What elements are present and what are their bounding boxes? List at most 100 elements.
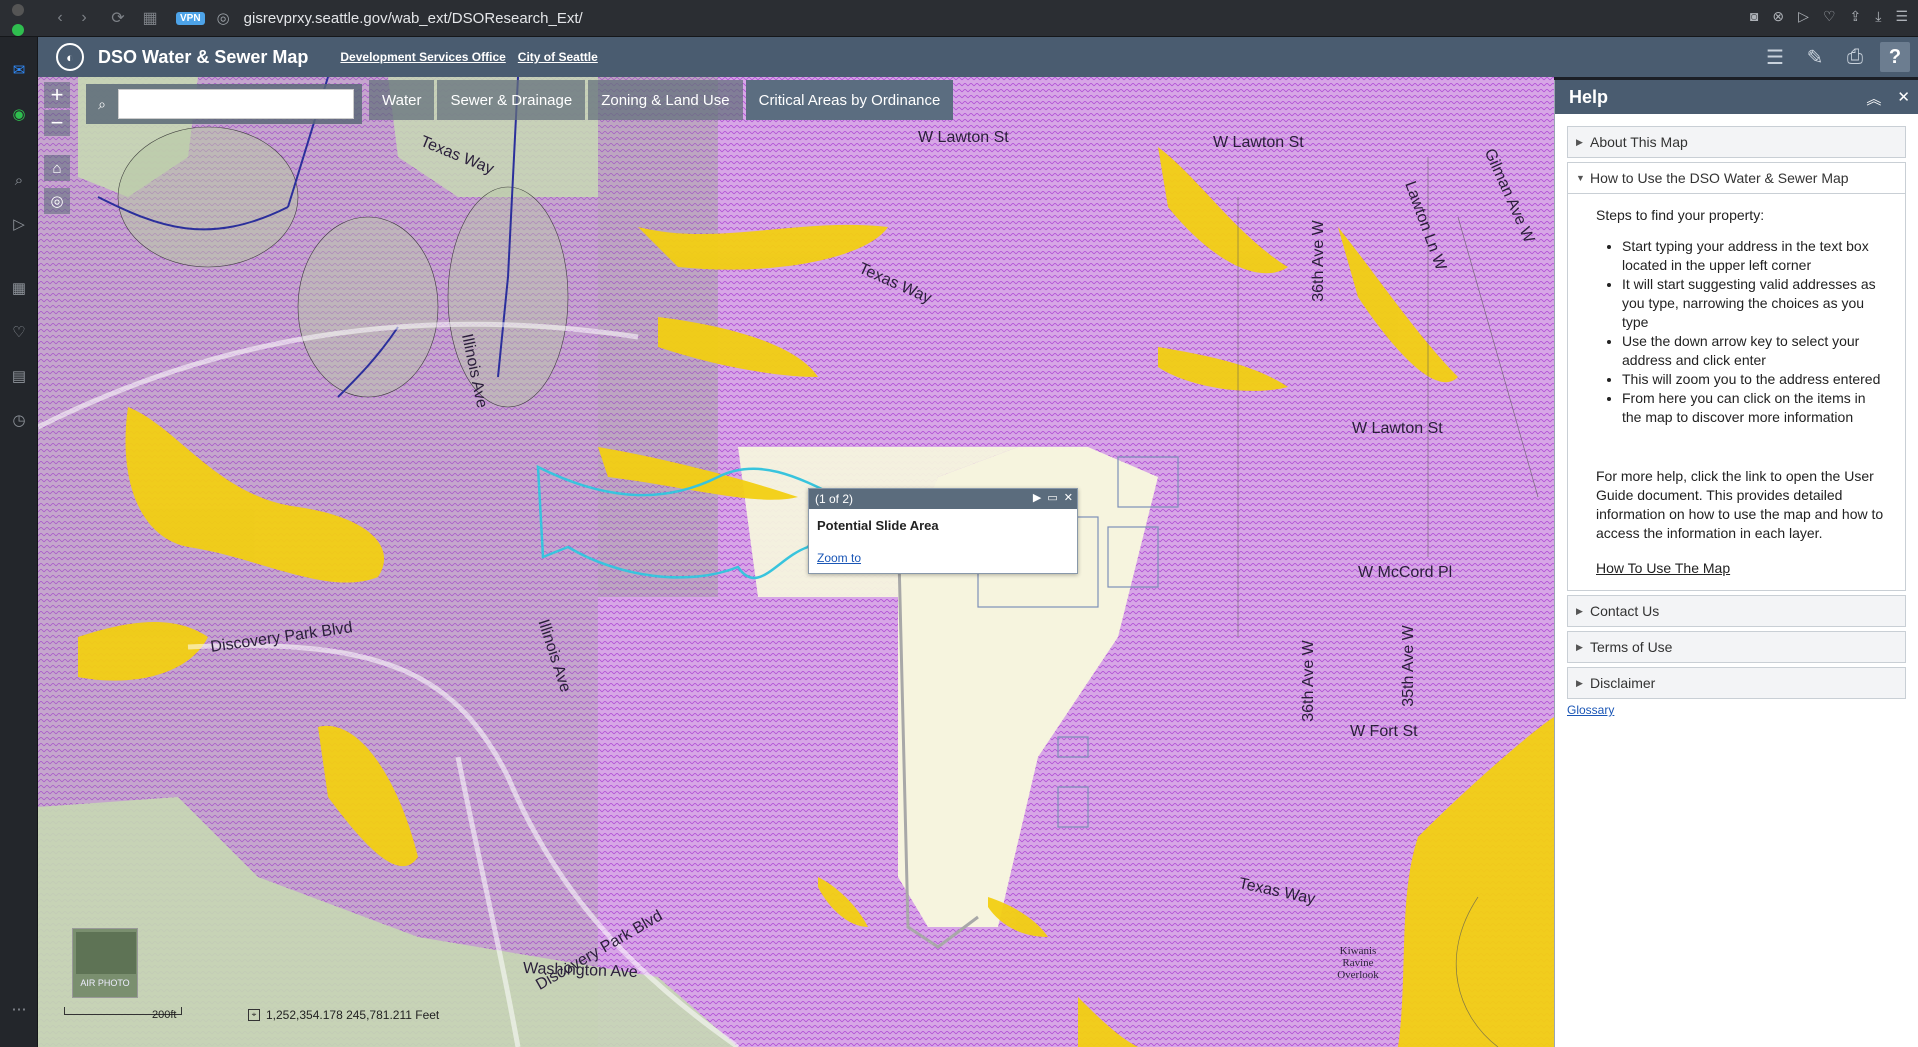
- street-label: 36th Ave W: [1299, 640, 1317, 722]
- heart-icon[interactable]: ♡: [1823, 8, 1836, 25]
- street-label: W Lawton St: [1213, 134, 1304, 151]
- globe-icon: ◎: [216, 10, 230, 27]
- address-search-input[interactable]: [118, 89, 354, 119]
- accordion-about[interactable]: ▶ About This Map: [1567, 126, 1906, 158]
- how-to-use-map-link[interactable]: How To Use The Map: [1596, 559, 1887, 578]
- steps-intro: Steps to find your property:: [1596, 207, 1765, 223]
- send-sidebar-icon[interactable]: ▷: [9, 214, 29, 234]
- street-label: 36th Ave W: [1309, 220, 1327, 302]
- list-item: From here you can click on the items in …: [1622, 389, 1887, 427]
- accordion-label: How to Use the DSO Water & Sewer Map: [1590, 170, 1849, 186]
- accordion-label: About This Map: [1590, 134, 1688, 150]
- help-title: Help: [1569, 86, 1609, 107]
- street-label: W Fort St: [1350, 723, 1418, 740]
- forward-icon[interactable]: ›: [72, 6, 96, 30]
- help-icon[interactable]: ?: [1880, 42, 1910, 72]
- list-item: This will zoom you to the address entere…: [1622, 370, 1887, 389]
- caret-right-icon: ▶: [1576, 136, 1583, 147]
- scale-label: 200ft: [152, 1009, 177, 1021]
- dso-link[interactable]: Development Services Office: [340, 50, 505, 64]
- zoom-to-link[interactable]: Zoom to: [809, 533, 1077, 565]
- notes-icon[interactable]: ▤: [9, 366, 29, 386]
- block-icon[interactable]: ⊗: [1772, 8, 1784, 25]
- list-item: Use the down arrow key to select your ad…: [1622, 332, 1887, 370]
- search-sidebar-icon[interactable]: ⌕: [9, 170, 29, 190]
- list-item: Start typing your address in the text bo…: [1622, 237, 1887, 275]
- accordion-terms[interactable]: ▶ Terms of Use: [1567, 631, 1906, 663]
- accordion-label: Contact Us: [1590, 603, 1660, 619]
- layer-list-icon[interactable]: ☰: [1760, 42, 1790, 72]
- browser-actions: ◙ ⊗ ▷ ♡ ⇪ ⤓ ☰: [1750, 8, 1908, 25]
- app-header: ◐ DSO Water & Sewer Map Development Serv…: [38, 37, 1918, 77]
- history-icon[interactable]: ◷: [9, 410, 29, 430]
- air-photo-thumbnail: [76, 932, 136, 974]
- feature-popup: (1 of 2) ▶ ▭ ✕ Potential Slide Area Zoom…: [808, 488, 1078, 574]
- city-link[interactable]: City of Seattle: [518, 50, 598, 64]
- app-title: DSO Water & Sewer Map: [98, 46, 309, 67]
- street-label: 35th Ave W: [1399, 625, 1417, 707]
- street-label: W Lawton St: [918, 129, 1009, 146]
- whatsapp-icon[interactable]: ◉: [9, 104, 29, 124]
- back-icon[interactable]: ‹: [48, 6, 72, 30]
- reload-icon[interactable]: ⟳: [106, 6, 130, 30]
- help-panel: Help ︽ ✕ ▶ About This Map ▼ How to Use t…: [1554, 80, 1918, 1047]
- layer-tabs: Water Sewer & Drainage Zoning & Land Use…: [369, 80, 956, 120]
- tab-critical-areas[interactable]: Critical Areas by Ordinance: [745, 80, 954, 120]
- popup-counter: (1 of 2): [815, 492, 854, 506]
- caret-right-icon: ▶: [1576, 677, 1583, 688]
- window-status-dot: [12, 24, 24, 36]
- home-button[interactable]: ⌂: [44, 155, 70, 181]
- address-bar[interactable]: gisrevprxy.seattle.gov/wab_ext/DSOResear…: [244, 10, 583, 27]
- zoom-out-button[interactable]: −: [44, 110, 70, 136]
- caret-down-icon: ▼: [1576, 173, 1585, 183]
- share-icon[interactable]: ⇪: [1850, 8, 1862, 25]
- window-close-dot[interactable]: [12, 4, 24, 16]
- vpn-badge[interactable]: VPN: [176, 11, 205, 25]
- close-icon[interactable]: ✕: [1897, 88, 1910, 109]
- accordion-label: Disclaimer: [1590, 675, 1656, 691]
- favorites-icon[interactable]: ♡: [9, 322, 29, 342]
- street-label: W McCord Pl: [1358, 564, 1453, 581]
- coordinate-text: 1,252,354.178 245,781.211 Feet: [266, 1008, 440, 1022]
- locate-button[interactable]: ◎: [44, 188, 70, 214]
- search-icon[interactable]: ⌕: [86, 84, 118, 124]
- zoom-in-button[interactable]: +: [44, 82, 70, 108]
- search-box: ⌕: [86, 84, 362, 124]
- help-header: Help ︽ ✕: [1555, 80, 1918, 114]
- browser-toolbar: ‹ › ⟳ ▦ VPN ◎ gisrevprxy.seattle.gov/wab…: [0, 0, 1918, 37]
- accordion-how-to-use[interactable]: ▼ How to Use the DSO Water & Sewer Map: [1567, 162, 1906, 194]
- accordion-contact[interactable]: ▶ Contact Us: [1567, 595, 1906, 627]
- list-item: It will start suggesting valid addresses…: [1622, 275, 1887, 332]
- basemap-label: AIR PHOTO: [80, 978, 130, 988]
- messenger-icon[interactable]: ✉: [9, 60, 29, 80]
- street-label: Kiwanis Ravine Overlook: [1337, 945, 1379, 981]
- popup-header: (1 of 2) ▶ ▭ ✕: [809, 489, 1077, 509]
- camera-icon[interactable]: ◙: [1750, 8, 1758, 25]
- glossary-link[interactable]: Glossary: [1567, 703, 1906, 717]
- popup-title: Potential Slide Area: [817, 518, 939, 533]
- tab-sewer-drainage[interactable]: Sewer & Drainage: [437, 80, 586, 120]
- street-label: W Lawton St: [1352, 420, 1443, 437]
- coordinate-icon[interactable]: ⌖: [248, 1009, 260, 1021]
- close-icon[interactable]: ✕: [1064, 491, 1073, 504]
- map-canvas[interactable]: W Lawton St W Lawton St W Lawton St Texa…: [38, 77, 1554, 1047]
- tab-zoning-land-use[interactable]: Zoning & Land Use: [588, 80, 743, 120]
- tab-water[interactable]: Water: [369, 80, 435, 120]
- basemap-toggle[interactable]: AIR PHOTO: [72, 928, 138, 998]
- maximize-icon[interactable]: ▭: [1047, 491, 1057, 504]
- menu-icon[interactable]: ☰: [1895, 8, 1908, 25]
- send-icon[interactable]: ▷: [1798, 8, 1809, 25]
- accordion-disclaimer[interactable]: ▶ Disclaimer: [1567, 667, 1906, 699]
- print-icon[interactable]: ⎙: [1840, 42, 1870, 72]
- caret-right-icon: ▶: [1576, 641, 1583, 652]
- next-feature-icon[interactable]: ▶: [1033, 491, 1041, 504]
- accordion-label: Terms of Use: [1590, 639, 1673, 655]
- collapse-icon[interactable]: ︽: [1866, 88, 1881, 109]
- how-to-use-content: Steps to find your property: Start typin…: [1567, 194, 1906, 591]
- apps-icon[interactable]: ▦: [9, 278, 29, 298]
- tabs-grid-icon[interactable]: ▦: [138, 6, 162, 30]
- measure-icon[interactable]: ✎: [1800, 42, 1830, 72]
- download-icon[interactable]: ⤓: [1875, 8, 1881, 25]
- more-icon[interactable]: ⋯: [9, 999, 29, 1019]
- seattle-logo-icon: ◐: [56, 43, 84, 71]
